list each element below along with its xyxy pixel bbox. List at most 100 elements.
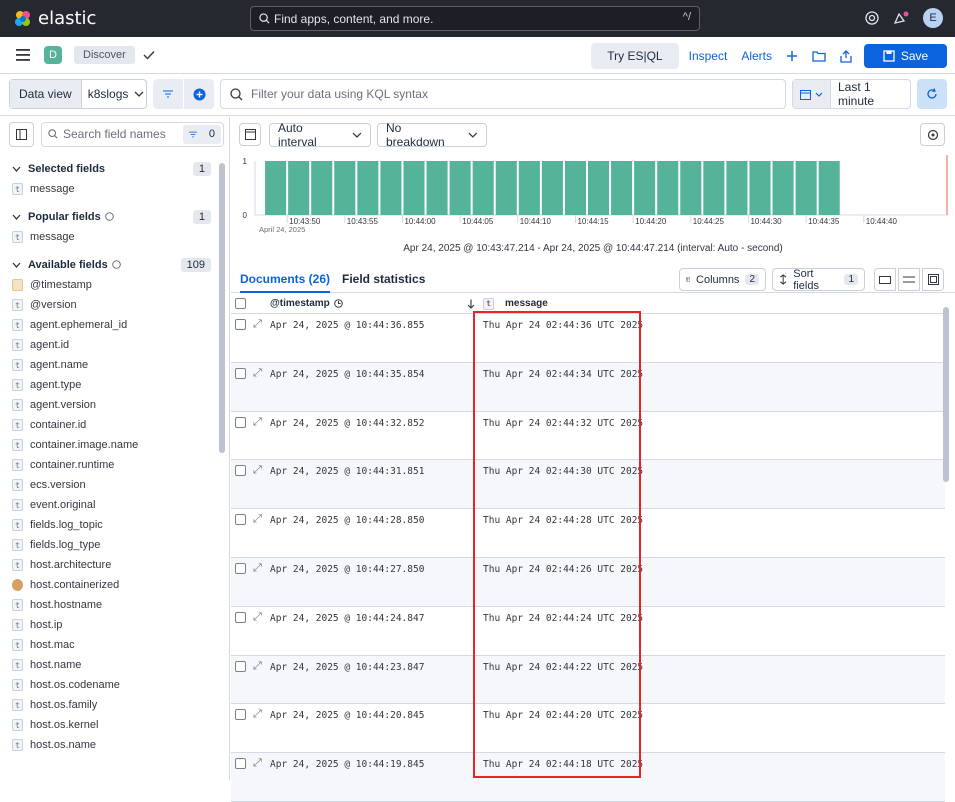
sort-fields-button[interactable]: Sort fields 1 xyxy=(772,268,865,292)
expand-row-icon[interactable]: ⤢ xyxy=(253,464,262,477)
row-checkbox[interactable] xyxy=(235,514,246,526)
table-row[interactable]: ⤢ Apr 24, 2025 @ 10:44:24.847 Thu Apr 24 0… xyxy=(231,607,945,656)
grid-scrollbar[interactable] xyxy=(943,307,949,482)
field-item[interactable]: t container.id xyxy=(0,415,229,435)
table-row[interactable]: ⤢ Apr 24, 2025 @ 10:44:35.854 Thu Apr 24 0… xyxy=(231,362,945,412)
help-icon[interactable] xyxy=(865,11,879,25)
row-checkbox[interactable] xyxy=(235,465,246,477)
collapse-sidebar-button[interactable] xyxy=(9,121,34,147)
filter-menu-button[interactable] xyxy=(153,79,183,109)
expand-row-icon[interactable]: ⤢ xyxy=(253,757,262,770)
interval-dropdown[interactable]: Auto interval xyxy=(269,121,371,149)
field-search-input[interactable]: Search field names 0 xyxy=(41,121,224,147)
table-row[interactable]: ⤢ Apr 24, 2025 @ 10:44:31.851 Thu Apr 24 0… xyxy=(231,460,945,510)
expand-row-icon[interactable]: ⤢ xyxy=(253,416,262,429)
space-avatar[interactable]: D xyxy=(44,46,62,64)
field-type-filter-button[interactable]: 0 xyxy=(183,124,221,144)
try-esql-button[interactable]: Try ES|QL xyxy=(591,43,679,69)
selected-fields-header[interactable]: Selected fields 1 xyxy=(0,158,229,179)
save-button[interactable]: Save xyxy=(864,44,947,68)
row-checkbox[interactable] xyxy=(235,709,246,721)
expand-row-icon[interactable]: ⤢ xyxy=(253,611,262,624)
breadcrumb[interactable]: Discover xyxy=(74,46,135,64)
field-item[interactable]: t agent.type xyxy=(0,375,229,395)
table-row[interactable]: ⤢ Apr 24, 2025 @ 10:44:28.850 Thu Apr 24 0… xyxy=(231,509,945,558)
field-item[interactable]: t host.mac xyxy=(0,635,229,655)
table-row[interactable]: ⤢ Apr 24, 2025 @ 10:44:36.855 Thu Apr 24 0… xyxy=(231,314,945,363)
field-item[interactable]: t host.name xyxy=(0,655,229,675)
field-item[interactable]: t agent.ephemeral_id xyxy=(0,315,229,335)
tab-field-statistics[interactable]: Field statistics xyxy=(342,272,425,286)
field-item[interactable]: t host.os.codename xyxy=(0,675,229,695)
available-fields-header[interactable]: Available fields 109 xyxy=(0,254,229,275)
add-filter-button[interactable] xyxy=(184,79,214,109)
elastic-logo[interactable]: elastic xyxy=(14,8,96,29)
histogram-toggle-button[interactable] xyxy=(239,123,261,146)
row-checkbox[interactable] xyxy=(235,611,246,623)
field-item[interactable]: @timestamp xyxy=(0,275,229,295)
table-row[interactable]: ⤢ Apr 24, 2025 @ 10:44:19.845 Thu Apr 24 0… xyxy=(231,753,945,802)
table-row[interactable]: ⤢ Apr 24, 2025 @ 10:44:20.845 Thu Apr 24 0… xyxy=(231,704,945,754)
news-feed-icon[interactable] xyxy=(893,11,909,25)
col-header-timestamp[interactable]: @timestamp xyxy=(270,298,343,309)
quick-menu-button[interactable] xyxy=(793,80,831,108)
field-item[interactable]: host.containerized xyxy=(0,575,229,595)
field-item[interactable]: t agent.version xyxy=(0,395,229,415)
new-icon[interactable] xyxy=(786,50,798,62)
field-item[interactable]: t agent.id xyxy=(0,335,229,355)
expand-row-icon[interactable]: ⤢ xyxy=(253,660,262,673)
time-picker[interactable]: Last 1 minute xyxy=(792,79,911,109)
field-item[interactable]: t container.runtime xyxy=(0,455,229,475)
columns-button[interactable]: Columns 2 xyxy=(679,268,766,291)
field-item[interactable]: t message xyxy=(0,227,229,247)
field-item[interactable]: t message xyxy=(0,179,229,199)
field-item[interactable]: t host.architecture xyxy=(0,555,229,575)
sort-desc-icon[interactable] xyxy=(467,299,475,309)
refresh-button[interactable] xyxy=(917,79,947,109)
menu-icon[interactable] xyxy=(16,49,30,61)
field-item[interactable]: t host.ip xyxy=(0,615,229,635)
field-item[interactable]: t fields.log_type xyxy=(0,535,229,555)
row-checkbox[interactable] xyxy=(235,758,246,770)
field-item[interactable]: t fields.log_topic xyxy=(0,515,229,535)
row-checkbox[interactable] xyxy=(235,367,246,379)
expand-row-icon[interactable]: ⤢ xyxy=(253,708,262,721)
open-folder-icon[interactable] xyxy=(812,50,826,62)
row-checkbox[interactable] xyxy=(235,660,246,672)
data-view-picker[interactable]: Data view k8slogs xyxy=(9,79,147,109)
alerts-link[interactable]: Alerts xyxy=(741,49,772,63)
user-avatar[interactable]: E xyxy=(923,8,943,28)
popular-fields-header[interactable]: Popular fields 1 xyxy=(0,206,229,227)
field-item[interactable]: t event.original xyxy=(0,495,229,515)
field-item[interactable]: t container.image.name xyxy=(0,435,229,455)
share-icon[interactable] xyxy=(840,49,852,63)
col-header-message[interactable]: t message xyxy=(483,297,548,310)
row-checkbox[interactable] xyxy=(235,319,246,330)
inspect-link[interactable]: Inspect xyxy=(689,49,728,63)
row-checkbox[interactable] xyxy=(235,416,246,428)
table-row[interactable]: ⤢ Apr 24, 2025 @ 10:44:27.850 Thu Apr 24 0… xyxy=(231,557,945,607)
row-checkbox[interactable] xyxy=(235,562,246,574)
breakdown-dropdown[interactable]: No breakdown xyxy=(377,121,487,149)
expand-row-icon[interactable]: ⤢ xyxy=(253,367,262,380)
expand-row-icon[interactable]: ⤢ xyxy=(253,562,262,575)
global-search-input[interactable]: Find apps, content, and more. ^/ xyxy=(250,6,700,31)
select-all-checkbox[interactable] xyxy=(235,298,246,309)
expand-row-icon[interactable]: ⤢ xyxy=(253,513,262,526)
field-item[interactable]: t host.hostname xyxy=(0,595,229,615)
table-row[interactable]: ⤢ Apr 24, 2025 @ 10:44:23.847 Thu Apr 24 0… xyxy=(231,655,945,705)
table-row[interactable]: ⤢ Apr 24, 2025 @ 10:44:32.852 Thu Apr 24 0… xyxy=(231,412,945,461)
field-item[interactable]: t @version xyxy=(0,295,229,315)
field-item[interactable]: t host.os.name xyxy=(0,735,229,755)
sidebar-scrollbar[interactable] xyxy=(219,163,225,453)
fullscreen-button[interactable] xyxy=(922,268,944,291)
chart-options-button[interactable] xyxy=(920,123,945,146)
kql-search-input[interactable]: Filter your data using KQL syntax xyxy=(220,79,786,109)
field-item[interactable]: t ecs.version xyxy=(0,475,229,495)
display-settings-button[interactable] xyxy=(898,268,920,291)
expand-row-icon[interactable]: ⤢ xyxy=(253,318,262,331)
field-item[interactable]: t agent.name xyxy=(0,355,229,375)
keyboard-shortcuts-button[interactable] xyxy=(874,268,896,291)
field-item[interactable]: t host.os.family xyxy=(0,695,229,715)
tab-documents[interactable]: Documents (26) xyxy=(240,272,331,293)
